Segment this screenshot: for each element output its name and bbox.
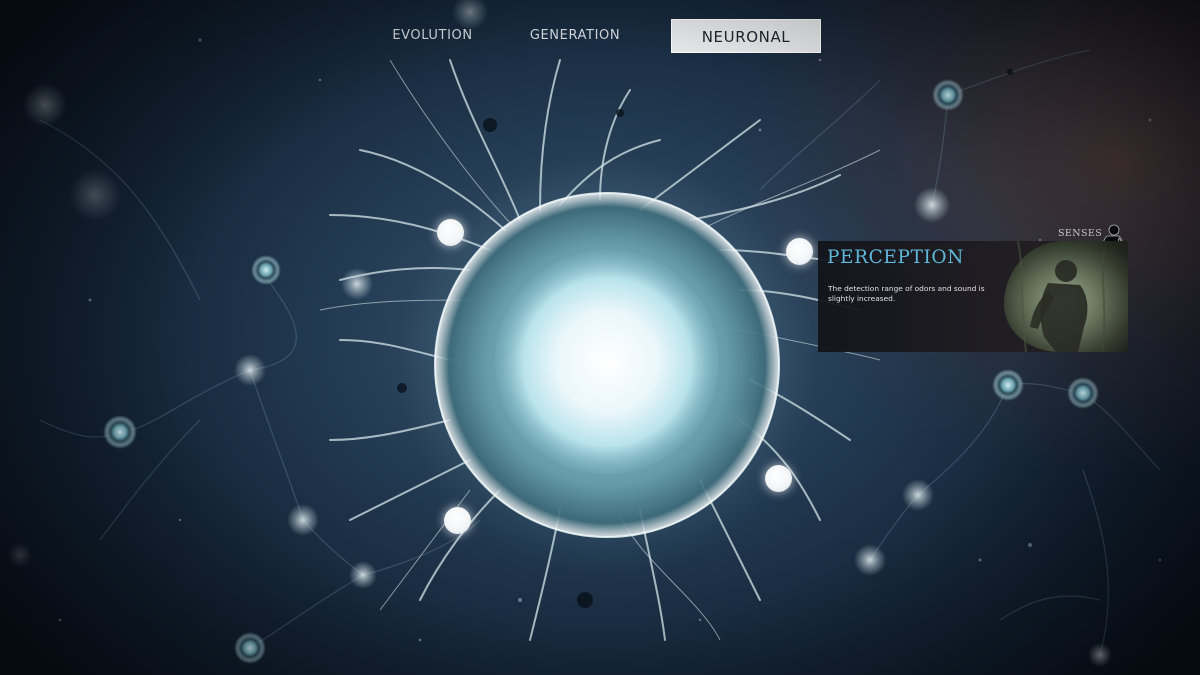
- perception-skill-card: PERCEPTION The detection range of odors …: [818, 241, 1128, 352]
- screen-tabs: EVOLUTION GENERATION NEURONAL: [365, 19, 821, 53]
- skill-category-label: SENSES: [1058, 228, 1103, 239]
- ape-in-forest-illustration: [1004, 241, 1128, 352]
- neuron-node[interactable]: [786, 238, 813, 265]
- tab-neuronal[interactable]: NEURONAL: [671, 19, 821, 53]
- neuron-node[interactable]: [765, 465, 792, 492]
- neuron-node[interactable]: [444, 507, 471, 534]
- skill-title: PERCEPTION: [827, 247, 964, 268]
- neuron-node[interactable]: [437, 219, 464, 246]
- neuronal-screen: EVOLUTION GENERATION NEURONAL SENSES PER…: [0, 0, 1200, 675]
- skill-description: The detection range of odors and sound i…: [828, 284, 985, 303]
- tab-evolution[interactable]: EVOLUTION: [365, 19, 500, 53]
- tab-generation[interactable]: GENERATION: [500, 19, 650, 53]
